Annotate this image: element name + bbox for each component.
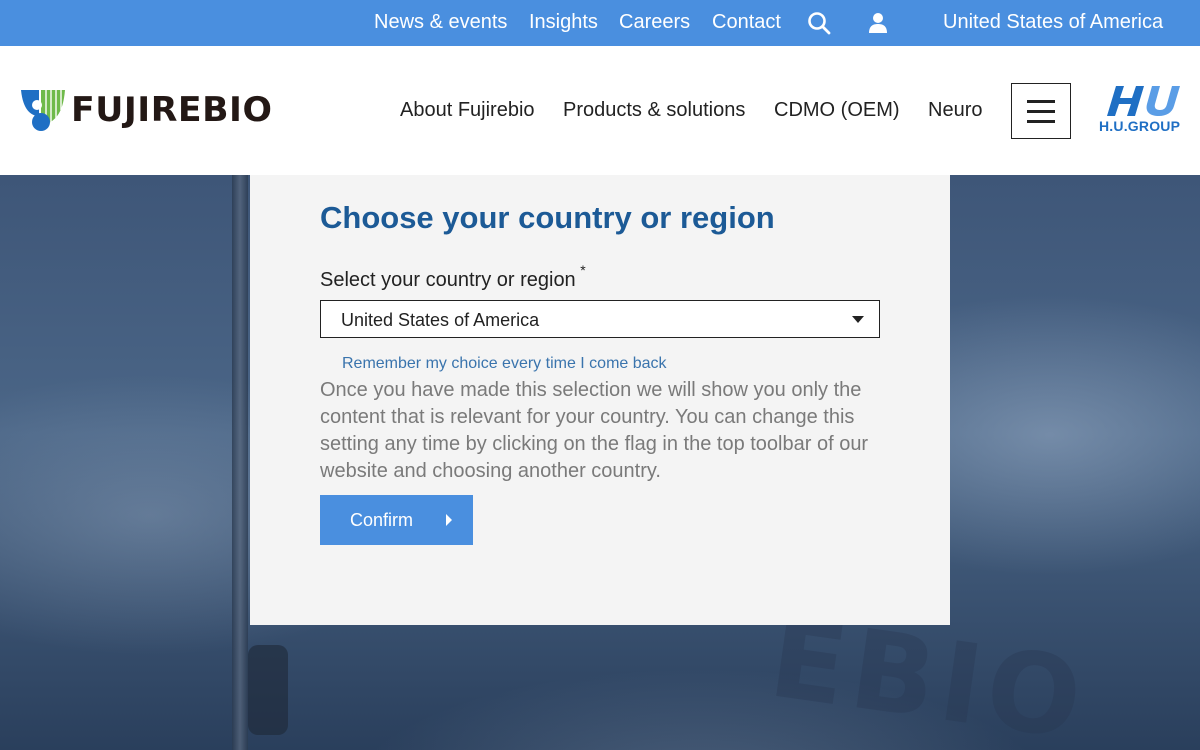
flag-pole-hook xyxy=(248,645,288,735)
top-utility-bar: News & events Insights Careers Contact U… xyxy=(0,0,1200,46)
chevron-down-icon xyxy=(852,316,864,323)
country-select-dropdown[interactable]: United States of America xyxy=(320,300,880,338)
user-icon[interactable] xyxy=(866,11,890,35)
nav-about-fujirebio[interactable]: About Fujirebio xyxy=(400,99,535,122)
hu-group-mark-icon xyxy=(1107,86,1180,116)
flag-pole xyxy=(232,175,248,750)
chevron-right-icon xyxy=(446,514,452,526)
confirm-button[interactable]: Confirm xyxy=(320,495,473,545)
nav-cdmo-oem[interactable]: CDMO (OEM) xyxy=(774,99,900,122)
hamburger-menu-button[interactable] xyxy=(1011,83,1071,139)
hu-group-logo[interactable]: H.U.GROUP xyxy=(1098,84,1184,139)
hu-group-label: H.U.GROUP xyxy=(1099,118,1181,134)
hamburger-menu-icon xyxy=(1027,100,1055,103)
required-marker: * xyxy=(580,262,586,278)
remember-choice-link[interactable]: Remember my choice every time I come bac… xyxy=(342,355,667,373)
confirm-button-label: Confirm xyxy=(350,510,414,530)
nav-neuro[interactable]: Neuro xyxy=(928,99,982,122)
topbar-link-news-events[interactable]: News & events xyxy=(374,11,507,34)
hamburger-line xyxy=(1027,120,1055,123)
fujirebio-logo[interactable]: FUJIREBIO xyxy=(19,86,279,138)
selection-description: Once you have made this selection we wil… xyxy=(320,379,869,482)
topbar-link-insights[interactable]: Insights xyxy=(529,11,598,34)
topbar-link-careers[interactable]: Careers xyxy=(619,11,690,34)
panel-title: Choose your country or region xyxy=(320,200,775,235)
search-icon[interactable] xyxy=(807,11,831,35)
fujirebio-logo-mark-icon xyxy=(21,90,65,131)
hamburger-line xyxy=(1027,110,1055,113)
country-selection-panel: Choose your country or region Select you… xyxy=(250,175,950,625)
nav-products-solutions[interactable]: Products & solutions xyxy=(563,99,745,122)
region-selector-link[interactable]: United States of America xyxy=(943,11,1163,34)
selected-country-value: United States of America xyxy=(341,310,540,330)
logo-wordmark: FUJIREBIO xyxy=(71,90,273,130)
country-select-label-text: Select your country or region xyxy=(320,269,576,291)
main-header: FUJIREBIO About Fujirebio Products & sol… xyxy=(0,46,1200,175)
country-select-label: Select your country or region * xyxy=(320,262,586,292)
topbar-link-contact[interactable]: Contact xyxy=(712,11,781,34)
